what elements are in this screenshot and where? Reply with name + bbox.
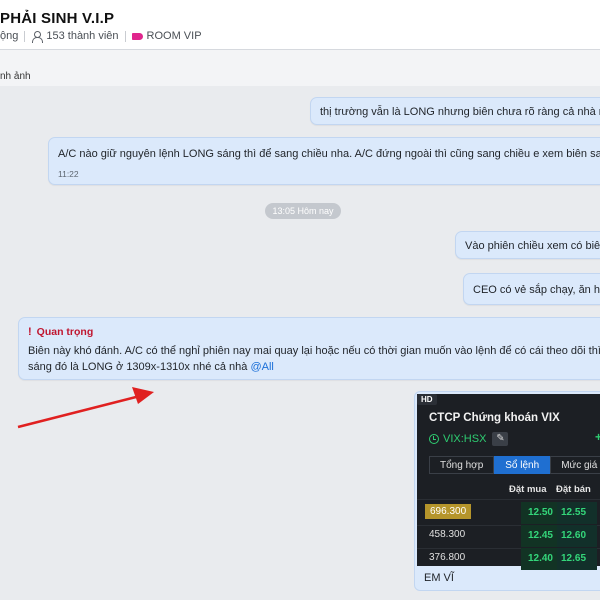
row-ask: 12.65 [557,548,597,570]
message-time: 11:22 [58,169,79,179]
message-bubble[interactable]: A/C nào giữ nguyên lệnh LONG sáng thì để… [48,137,600,185]
row-bid: 12.40 [521,548,557,570]
important-message-bubble[interactable]: ! Quan trọng Biên này khó đánh. A/C có t… [18,317,600,380]
row-divider [417,499,600,500]
row-volume: 376.800 [429,552,466,563]
important-label: ! Quan trọng [28,324,600,340]
row-bid: 12.45 [521,525,557,547]
order-row: 696.300 12.50 12.55 [417,502,600,524]
column-ask: Đặt bán [556,484,591,495]
column-bid: Đặt mua [509,484,547,495]
row-volume: 696.300 [425,504,472,519]
image-message-card[interactable]: HD CTCP Chứng khoán VIX VIX:HSX ✎ + Tổng… [414,391,600,591]
ticker-row: VIX:HSX ✎ [429,432,509,446]
member-count[interactable]: 153 thành viên [46,30,118,42]
order-row: 376.800 12.40 12.65 [417,548,600,570]
tab-price-level: Mức giá [550,456,600,474]
image-caption: EM VĨ [424,572,454,584]
stock-snapshot-image[interactable]: HD CTCP Chứng khoán VIX VIX:HSX ✎ + Tổng… [417,394,600,570]
message-bubble[interactable]: CEO có vẻ sắp chạy, ăn hết l [463,273,600,305]
tab-overview: Tổng hợp [429,456,495,474]
message-bubble[interactable]: thị trường vẫn là LONG nhưng biên chưa r… [310,97,600,125]
row-ask: 12.60 [557,525,597,547]
room-tag[interactable]: ROOM VIP [147,30,202,42]
row-volume: 458.300 [429,529,466,540]
message-bubble[interactable]: Vào phiên chiều xem có biên k [455,231,600,259]
user-icon [31,30,44,43]
group-title[interactable]: PHẢI SINH V.I.P [0,10,114,27]
message-text-line-2: sáng đó là LONG ở 1309x-1310x nhé cả nhà… [28,359,600,375]
important-label-text: Quan trọng [36,326,94,338]
tab-order-book: Sổ lệnh [494,456,551,474]
hd-badge: HD [417,394,437,405]
message-text: thị trường vẫn là LONG nhưng biên chưa r… [320,106,600,118]
chat-header: PHẢI SINH V.I.P ộng 153 thành viên ROOM … [0,0,600,50]
meta-divider [24,30,26,42]
edit-icon: ✎ [492,432,509,446]
ticker-symbol: VIX:HSX [443,433,487,445]
sub-bar: nh ảnh [0,50,600,86]
tag-icon [131,32,143,40]
status-fragment: ộng [0,30,19,42]
clock-icon [429,434,439,444]
mention-all[interactable]: @All [250,361,273,373]
order-row: 458.300 12.45 12.60 [417,525,600,547]
message-text: Vào phiên chiều xem có biên k [465,240,600,252]
arrow-head [132,387,154,404]
row-bid: 12.50 [521,502,557,524]
date-divider: 13:05 Hôm nay [265,203,341,219]
company-title: CTCP Chứng khoán VIX [429,412,560,424]
group-meta: ộng 153 thành viên ROOM VIP [0,30,202,43]
snapshot-tabs: Tổng hợp Sổ lệnh Mức giá [429,456,600,474]
message-text: sáng đó là LONG ở 1309x-1310x nhé cả nhà [28,361,251,373]
message-text: CEO có vẻ sắp chạy, ăn hết l [473,284,600,296]
message-text: A/C nào giữ nguyên lệnh LONG sáng thì để… [58,148,600,160]
arrow-shaft [17,394,141,429]
row-ask: 12.55 [557,502,597,524]
exclamation-icon: ! [28,326,32,338]
message-text-line: Biên này khó đánh. A/C có thể nghỉ phiên… [28,345,600,357]
media-tab-fragment[interactable]: nh ảnh [0,71,31,82]
meta-divider [124,30,126,42]
plus-icon: + [595,430,600,444]
